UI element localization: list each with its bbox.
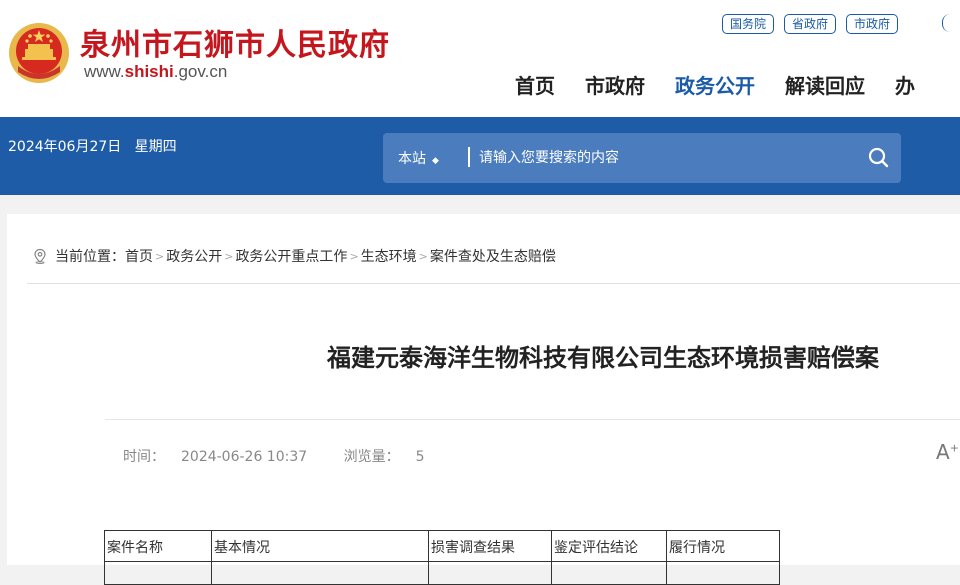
top-link-state-council[interactable]: 国务院	[722, 14, 775, 34]
search-input[interactable]	[479, 143, 849, 173]
nav-gov-affairs-open[interactable]: 政务公开	[675, 70, 755, 99]
main-nav: 首页 市政府 政务公开 解读回应 办	[515, 70, 915, 99]
breadcrumb-separator: >	[418, 249, 428, 263]
nav-city-gov[interactable]: 市政府	[585, 70, 645, 99]
search-box: 本站 ◆	[383, 133, 901, 183]
breadcrumb-separator: >	[349, 249, 359, 263]
breadcrumb-key-work[interactable]: 政务公开重点工作	[235, 246, 347, 266]
location-pin-icon	[34, 248, 46, 264]
divider	[27, 283, 960, 284]
breadcrumb-prefix: 当前位置：	[55, 249, 125, 265]
nav-interpretation[interactable]: 解读回应	[785, 70, 865, 99]
search-divider	[468, 147, 470, 167]
view-count: 浏览量： 5	[343, 449, 425, 465]
breadcrumb-separator: >	[224, 249, 234, 263]
nav-home[interactable]: 首页	[515, 70, 555, 99]
table-header-row: 案件名称 基本情况 损害调查结果 鉴定评估结论 履行情况	[104, 530, 780, 562]
top-link-cut-off	[942, 14, 953, 32]
site-url: www.shishi.gov.cn	[84, 62, 228, 81]
breadcrumb-current[interactable]: 案件查处及生态赔偿	[430, 246, 556, 266]
article-card: 当前位置： 首页 > 政务公开 > 政务公开重点工作 > 生态环境 > 案件查处…	[7, 214, 960, 585]
breadcrumb: 当前位置： 首页 > 政务公开 > 政务公开重点工作 > 生态环境 > 案件查处…	[32, 246, 556, 266]
search-scope-select[interactable]: 本站 ◆	[398, 148, 439, 168]
font-size-increase-button[interactable]: A+	[936, 440, 959, 464]
article-title: 福建元泰海洋生物科技有限公司生态环境损害赔偿案	[327, 344, 879, 372]
case-table: 案件名称 基本情况 损害调查结果 鉴定评估结论 履行情况	[104, 530, 780, 585]
table-header-cell: 基本情况	[211, 530, 429, 562]
breadcrumb-ecology[interactable]: 生态环境	[361, 246, 417, 266]
top-link-city-gov[interactable]: 市政府	[846, 14, 899, 34]
breadcrumb-separator: >	[155, 249, 165, 263]
divider	[105, 419, 960, 420]
breadcrumb-gov-affairs-open[interactable]: 政务公开	[166, 246, 222, 266]
national-emblem-icon	[9, 23, 69, 83]
top-links: 国务院 省政府 市政府	[722, 14, 899, 34]
table-header-cell: 履行情况	[666, 530, 780, 562]
site-title: 泉州市石狮市人民政府	[80, 28, 390, 63]
table-header-cell: 损害调查结果	[428, 530, 552, 562]
publish-time: 时间： 2024-06-26 10:37	[123, 449, 308, 465]
sort-arrows-icon: ◆	[432, 156, 439, 166]
nav-service-cut[interactable]: 办	[895, 70, 915, 99]
table-header-cell: 案件名称	[104, 530, 212, 562]
search-bar-band: 2024年06月27日 星期四 本站 ◆	[0, 117, 960, 195]
article-meta: 时间： 2024-06-26 10:37 浏览量： 5	[123, 446, 457, 466]
site-header: 泉州市石狮市人民政府 www.shishi.gov.cn 国务院 省政府 市政府…	[0, 0, 960, 117]
breadcrumb-home[interactable]: 首页	[125, 246, 153, 266]
search-icon[interactable]	[866, 145, 892, 171]
table-header-cell: 鉴定评估结论	[551, 530, 667, 562]
current-date: 2024年06月27日 星期四	[8, 139, 177, 155]
top-link-provincial-gov[interactable]: 省政府	[784, 14, 837, 34]
